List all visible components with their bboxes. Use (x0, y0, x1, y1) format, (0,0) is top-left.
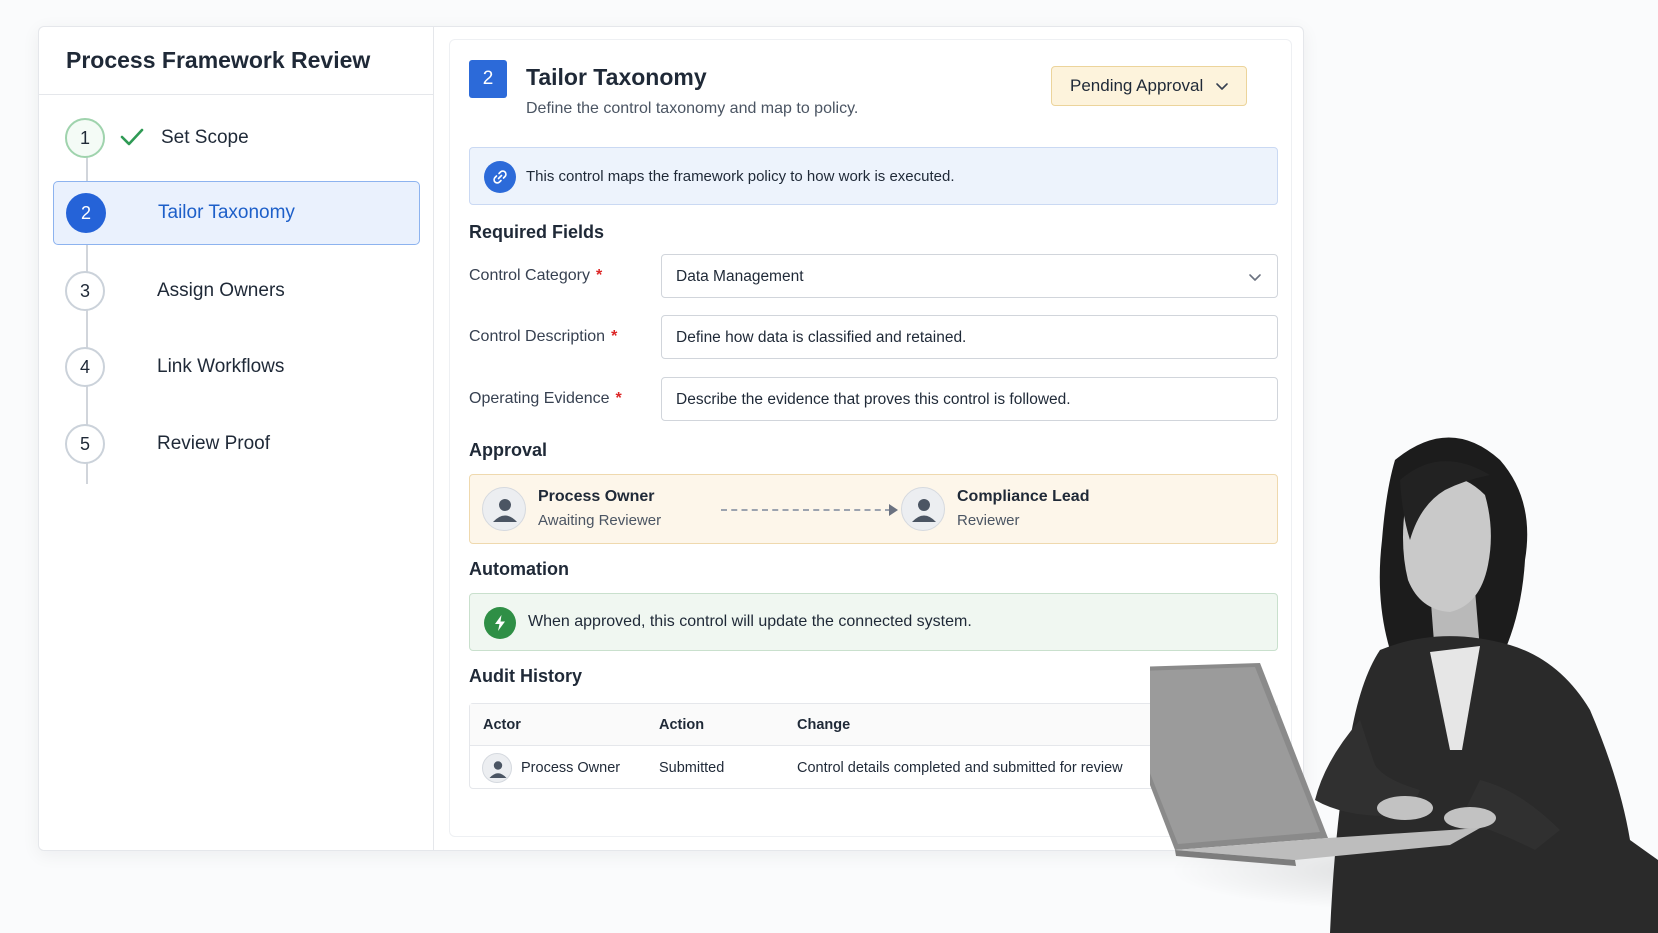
automation-text: When approved, this control will update … (528, 613, 972, 630)
step-link-workflows[interactable]: 4 Link Workflows (53, 333, 420, 401)
chevron-down-icon (1216, 83, 1228, 90)
user-icon (482, 753, 512, 783)
approver-from-role: Awaiting Reviewer (538, 512, 662, 529)
step-number: 1 (65, 118, 105, 158)
stepper-sidebar: Process Framework Review 1 Set Scope 2 T… (39, 27, 434, 850)
step-number: 2 (66, 193, 106, 233)
operating-evidence-input[interactable]: Describe the evidence that proves this c… (661, 377, 1278, 421)
step-set-scope[interactable]: 1 Set Scope (53, 104, 420, 172)
check-icon (120, 128, 144, 146)
step-number: 4 (65, 347, 105, 387)
audit-history-heading: Audit History (469, 666, 583, 686)
column-header-action: Action (659, 717, 705, 733)
approval-arrow (721, 509, 891, 511)
status-dropdown[interactable]: Pending Approval (1051, 66, 1247, 106)
required-fields-heading: Required Fields (469, 222, 605, 242)
step-review-proof[interactable]: 5 Review Proof (53, 410, 420, 478)
table-cell-actor: Process Owner (521, 760, 621, 776)
user-icon (482, 487, 526, 531)
approver-to-name: Compliance Lead (957, 488, 1090, 505)
info-banner-text: This control maps the framework policy t… (526, 168, 955, 185)
step-label: Set Scope (161, 127, 249, 148)
control-category-label: Control Category * (469, 267, 603, 284)
lightning-icon (484, 607, 516, 639)
info-banner: This control maps the framework policy t… (469, 147, 1278, 205)
page-title: Tailor Taxonomy (526, 64, 707, 90)
control-category-value: Data Management (676, 268, 804, 285)
column-header-change: Change (797, 717, 851, 733)
user-icon (901, 487, 945, 531)
step-label: Tailor Taxonomy (158, 202, 295, 223)
arrow-head-icon (889, 504, 898, 516)
step-number-badge: 2 (469, 60, 507, 98)
status-label: Pending Approval (1070, 76, 1204, 95)
table-cell-change: Control details completed and submitted … (797, 760, 1123, 776)
step-label: Link Workflows (157, 356, 285, 377)
control-description-label: Control Description * (469, 328, 618, 345)
step-label: Review Proof (157, 433, 270, 454)
step-number: 3 (65, 271, 105, 311)
step-tailor-taxonomy[interactable]: 2 Tailor Taxonomy (53, 181, 420, 245)
page-subtitle: Define the control taxonomy and map to p… (526, 100, 859, 117)
step-assign-owners[interactable]: 3 Assign Owners (53, 257, 420, 325)
person-with-laptop-photo (1150, 437, 1658, 933)
table-cell-action: Submitted (659, 760, 725, 776)
link-icon (484, 161, 516, 193)
approver-to-role: Reviewer (957, 512, 1020, 529)
column-header-actor: Actor (483, 717, 521, 733)
sidebar-title: Process Framework Review (39, 27, 433, 95)
review-card: Process Framework Review 1 Set Scope 2 T… (38, 26, 1304, 851)
approver-from-name: Process Owner (538, 488, 655, 505)
chevron-down-icon (1249, 274, 1261, 281)
automation-heading: Automation (469, 559, 569, 579)
control-description-input[interactable]: Define how data is classified and retain… (661, 315, 1278, 359)
operating-evidence-label: Operating Evidence * (469, 390, 622, 407)
step-label: Assign Owners (157, 280, 285, 301)
step-number: 5 (65, 424, 105, 464)
approval-heading: Approval (469, 440, 548, 460)
control-category-select[interactable]: Data Management (661, 254, 1278, 298)
